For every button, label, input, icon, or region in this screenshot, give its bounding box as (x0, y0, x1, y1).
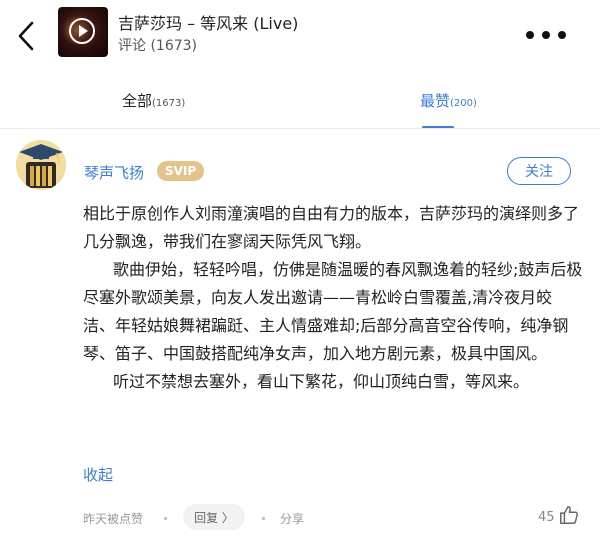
tab-all-count: (1673) (152, 98, 186, 109)
thumbs-up-icon[interactable] (558, 504, 580, 526)
comment-body: 相比于原创作人刘雨潼演唱的自由有力的版本，吉萨莎玛的演绎则多了几分飘逸，带我们在… (83, 200, 583, 396)
dot-separator (164, 517, 167, 520)
follow-button[interactable]: 关注 (507, 157, 571, 185)
comment-paragraph: 歌曲伊始，轻轻吟唱，仿佛是随温暖的春风飘逸着的轻纱;鼓声后极尽塞外歌颂美景，向友… (83, 260, 583, 363)
graduation-cap-icon (16, 140, 66, 190)
tab-bar: 全部(1673) 最赞(200) (0, 72, 600, 129)
back-arrow-icon[interactable] (12, 18, 40, 54)
more-dots-icon[interactable] (526, 31, 566, 41)
username[interactable]: 琴声飞扬 (84, 162, 144, 183)
dot-separator (262, 517, 265, 520)
comment-count: 评论 (1673) (118, 38, 198, 54)
comment-paragraph: 听过不禁想去塞外，看山下繁花，仰山顶纯白雪，等风来。 (113, 372, 530, 391)
share-button[interactable]: 分享 (280, 510, 304, 527)
comment-footer: 昨天被点赞 回复 〉 分享 45 (0, 500, 600, 536)
play-icon[interactable] (69, 18, 95, 44)
song-title: 吉萨莎玛 – 等风来 (Live) (118, 14, 299, 33)
song-cover[interactable] (58, 7, 108, 57)
top-bar: 吉萨莎玛 – 等风来 (Live) 评论 (1673) (0, 0, 600, 72)
tab-top-liked-label: 最赞 (420, 92, 451, 110)
avatar[interactable] (16, 140, 66, 190)
tab-top-liked-count: (200) (450, 98, 477, 109)
tab-all[interactable]: 全部(1673) (122, 90, 185, 111)
like-count: 45 (538, 510, 555, 525)
tab-all-label: 全部 (122, 92, 153, 110)
reply-button[interactable]: 回复 〉 (183, 504, 245, 530)
comment-paragraph: 相比于原创作人刘雨潼演唱的自由有力的版本，吉萨莎玛的演绎则多了几分飘逸，带我们在… (83, 204, 580, 251)
divider (0, 128, 600, 129)
svip-badge: SVIP (157, 161, 205, 181)
collapse-link[interactable]: 收起 (83, 464, 113, 485)
tab-top-liked[interactable]: 最赞(200) (420, 90, 477, 111)
timestamp: 昨天被点赞 (83, 512, 144, 526)
